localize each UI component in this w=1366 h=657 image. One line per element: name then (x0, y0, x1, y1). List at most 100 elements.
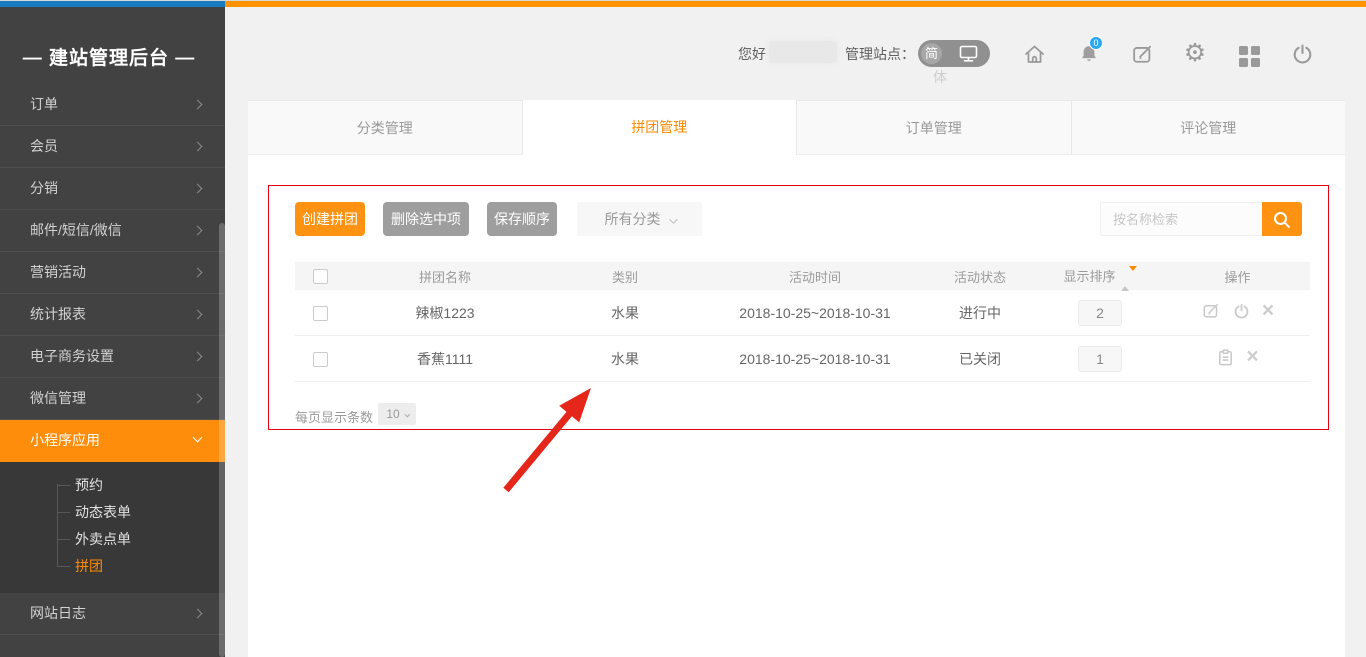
sidebar-item-orders[interactable]: 订单 (0, 97, 225, 126)
col-header-name: 拼团名称 (345, 267, 545, 286)
category-filter-select[interactable]: 所有分类 (577, 202, 702, 236)
site-label: 管理站点： (845, 46, 915, 62)
submenu-item-dynamic-forms[interactable]: 动态表单 (0, 499, 225, 526)
search-button[interactable] (1262, 202, 1302, 236)
language-primary-label: 简 (921, 43, 942, 64)
delete-selected-button[interactable]: 删除选中项 (383, 202, 469, 236)
content-card: 分类管理 拼团管理 订单管理 评论管理 创建拼团 删除选中项 保存顺序 所有分类… (248, 100, 1345, 657)
sort-order-input[interactable]: 2 (1078, 300, 1122, 326)
delete-icon[interactable]: × (1246, 347, 1258, 367)
table-header-row: 拼团名称 类别 活动时间 活动状态 显示排序 操作 (295, 262, 1310, 290)
sidebar-item-ecommerce-settings[interactable]: 电子商务设置 (0, 336, 225, 378)
cell-time: 2018-10-25~2018-10-31 (705, 351, 925, 367)
submenu-item-group-buying[interactable]: 拼团 (0, 553, 225, 580)
cell-status: 已关闭 (925, 349, 1035, 369)
cell-name: 辣椒1223 (345, 303, 545, 323)
power-icon[interactable] (1289, 42, 1315, 68)
submenu-item-takeout-order[interactable]: 外卖点单 (0, 526, 225, 553)
sidebar-item-label: 订单 (30, 97, 58, 112)
apps-grid-icon[interactable] (1237, 44, 1263, 70)
chevron-down-icon (404, 412, 410, 418)
submenu-item-label: 动态表单 (75, 504, 131, 520)
sidebar-item-mail-sms-wechat[interactable]: 邮件/短信/微信 (0, 210, 225, 252)
gear-icon[interactable]: ⚙ (1182, 41, 1208, 67)
sidebar-item-wechat-management[interactable]: 微信管理 (0, 378, 225, 420)
username-redacted (769, 41, 837, 63)
page-size-label: 每页显示条数 (295, 407, 373, 426)
submenu-item-reservation[interactable]: 预约 (0, 472, 225, 499)
chevron-right-icon (193, 184, 203, 194)
create-group-button[interactable]: 创建拼团 (295, 202, 365, 236)
sidebar-item-label: 邮件/短信/微信 (30, 222, 122, 238)
notification-badge: 0 (1089, 36, 1103, 50)
monitor-icon (959, 45, 979, 63)
greeting-text: 您好 (738, 46, 766, 62)
col-header-sort: 显示排序 (1063, 269, 1115, 284)
select-all-checkbox[interactable] (313, 269, 328, 284)
submenu-item-label: 外卖点单 (75, 531, 131, 547)
sidebar-scrollbar-thumb[interactable] (219, 223, 225, 657)
save-order-button[interactable]: 保存顺序 (487, 202, 557, 236)
table-row: 辣椒1223 水果 2018-10-25~2018-10-31 进行中 2 (295, 290, 1310, 336)
chevron-right-icon (193, 310, 203, 320)
sidebar-item-marketing[interactable]: 营销活动 (0, 252, 225, 294)
sidebar-item-label: 网站日志 (30, 605, 86, 621)
tab-group-buying-management[interactable]: 拼团管理 (523, 100, 798, 155)
sidebar-item-members[interactable]: 会员 (0, 126, 225, 168)
language-switch-button[interactable]: 简 (918, 40, 990, 67)
tab-order-management[interactable]: 订单管理 (797, 100, 1072, 155)
search-input[interactable] (1100, 202, 1262, 236)
edit-icon[interactable] (1129, 42, 1155, 68)
chevron-right-icon (193, 142, 203, 152)
sidebar-submenu: 预约 动态表单 外卖点单 拼团 (0, 462, 225, 593)
bell-icon[interactable]: 0 (1076, 42, 1102, 68)
topbar-orange-segment (225, 1, 1366, 7)
group-buying-table: 拼团名称 类别 活动时间 活动状态 显示排序 操作 辣椒1223 水果 2018… (295, 262, 1310, 382)
copy-icon[interactable] (1216, 348, 1235, 367)
delete-icon[interactable]: × (1262, 301, 1274, 321)
search-icon (1271, 209, 1293, 231)
sidebar-item-label: 统计报表 (30, 306, 86, 322)
sidebar-menu: 订单 会员 分销 邮件/短信/微信 营销活动 统计报表 (0, 97, 225, 657)
chevron-right-icon (193, 268, 203, 278)
cell-status: 进行中 (925, 303, 1035, 323)
app-title: — 建站管理后台 — (0, 43, 218, 70)
tab-comment-management[interactable]: 评论管理 (1072, 100, 1346, 155)
page-size-select[interactable]: 10 (378, 403, 416, 425)
sort-order-input[interactable]: 1 (1078, 346, 1122, 372)
col-header-status: 活动状态 (925, 267, 1035, 286)
row-checkbox[interactable] (313, 306, 328, 321)
sidebar-item-statistics[interactable]: 统计报表 (0, 294, 225, 336)
sidebar: — 建站管理后台 — 订单 会员 分销 邮件/短信/微信 营销活动 (0, 7, 225, 657)
cell-name: 香蕉1111 (345, 349, 545, 369)
sidebar-item-label: 分销 (30, 180, 58, 196)
table-row: 香蕉1111 水果 2018-10-25~2018-10-31 已关闭 1 (295, 336, 1310, 382)
chevron-right-icon (193, 609, 203, 619)
cell-category: 水果 (545, 349, 705, 369)
page: — 建站管理后台 — 订单 会员 分销 邮件/短信/微信 营销活动 (0, 0, 1366, 657)
home-icon[interactable] (1021, 42, 1047, 68)
cell-time: 2018-10-25~2018-10-31 (705, 305, 925, 321)
sidebar-item-miniprogram-apps[interactable]: 小程序应用 (0, 420, 225, 462)
cell-category: 水果 (545, 303, 705, 323)
sidebar-item-label: 小程序应用 (30, 432, 100, 448)
chevron-right-icon (193, 226, 203, 236)
edit-icon[interactable] (1201, 301, 1221, 321)
chevron-right-icon (193, 394, 203, 404)
row-checkbox[interactable] (313, 352, 328, 367)
power-icon[interactable] (1232, 302, 1251, 321)
language-secondary-label: 体 (933, 67, 947, 87)
chevron-down-icon (669, 215, 677, 223)
page-size-value: 10 (386, 407, 399, 421)
sidebar-item-label: 电子商务设置 (30, 348, 114, 364)
chevron-right-icon (193, 100, 203, 110)
col-header-category: 类别 (545, 267, 705, 286)
col-header-time: 活动时间 (705, 267, 925, 286)
tab-category-management[interactable]: 分类管理 (248, 100, 523, 155)
tab-bar: 分类管理 拼团管理 订单管理 评论管理 (248, 100, 1345, 155)
sidebar-item-label: 微信管理 (30, 390, 86, 406)
sidebar-item-distribution[interactable]: 分销 (0, 168, 225, 210)
submenu-item-label: 预约 (75, 477, 103, 493)
sort-icon[interactable] (1121, 271, 1137, 286)
sidebar-item-site-logs[interactable]: 网站日志 (0, 593, 225, 635)
